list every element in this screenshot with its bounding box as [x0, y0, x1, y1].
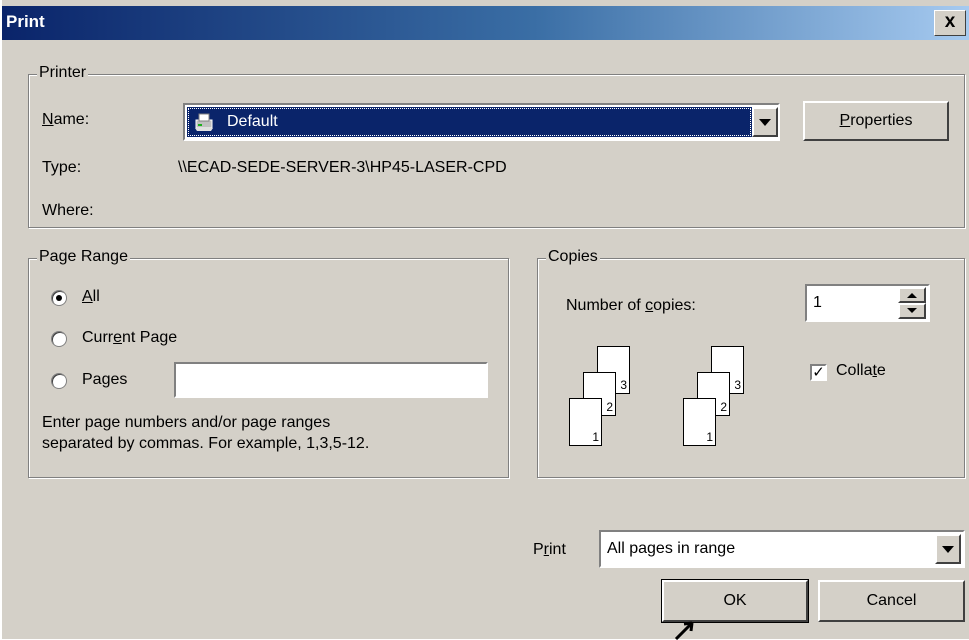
name-label: Name: [42, 111, 90, 128]
pages-radio-label[interactable]: Pages [82, 371, 127, 389]
all-radio-label[interactable]: All [82, 288, 100, 306]
collate-label[interactable]: Collate [836, 362, 886, 380]
copies-spinner[interactable]: 1 [805, 284, 930, 322]
printer-legend: Printer [37, 64, 89, 82]
printer-name-value: Default [227, 113, 278, 130]
printer-name-combo[interactable]: Default [183, 103, 780, 141]
copies-spin-up[interactable] [898, 287, 926, 303]
printer-name-selection: Default [187, 107, 752, 137]
properties-label: Properties [839, 112, 913, 129]
cancel-button[interactable]: Cancel [818, 580, 965, 622]
print-what-value: All pages in range [607, 540, 736, 557]
chevron-down-icon [942, 546, 954, 553]
copies-spin-down[interactable] [898, 303, 926, 319]
collate-illustration: 3 2 1 3 2 1 [567, 346, 767, 456]
collate-checkbox[interactable]: ✓ [810, 364, 827, 381]
printer-name-dropdown-button[interactable] [752, 107, 778, 137]
print-what-combo[interactable]: All pages in range [599, 530, 965, 568]
mouse-pointer-icon [674, 621, 694, 640]
type-label: Type: [42, 159, 82, 176]
pages-input[interactable] [174, 362, 488, 398]
copies-value: 1 [813, 294, 822, 311]
type-value: \\ECAD-SEDE-SERVER-3\HP45-LASER-CPD [178, 159, 507, 176]
close-icon: x [944, 11, 956, 32]
ok-label: OK [723, 592, 747, 609]
page-range-hint-line1: Enter page numbers and/or page ranges [42, 414, 331, 431]
ok-button[interactable]: OK [661, 579, 809, 623]
printer-icon [193, 112, 215, 132]
properties-button[interactable]: Properties [803, 101, 949, 141]
print-what-dropdown-button[interactable] [935, 534, 961, 564]
number-of-copies-label: Number of copies: [566, 297, 696, 314]
cancel-label: Cancel [866, 592, 917, 609]
current-page-radio-label[interactable]: Current Page [82, 329, 177, 347]
print-dialog: Print x Printer Name: Default Properties [0, 0, 969, 640]
current-page-radio[interactable] [51, 331, 67, 347]
print-what-label: Print [533, 541, 566, 558]
dialog-title: Print [6, 12, 45, 31]
title-bar[interactable]: Print x [2, 6, 969, 40]
close-button[interactable]: x [934, 10, 966, 36]
page-range-hint-line2: separated by commas. For example, 1,3,5-… [42, 435, 370, 452]
collate-page: 1 [683, 398, 716, 446]
chevron-down-icon [759, 119, 771, 126]
printer-group: Printer [28, 64, 965, 228]
pages-radio[interactable] [51, 373, 67, 389]
page-range-legend: Page Range [37, 248, 130, 266]
where-label: Where: [42, 202, 94, 219]
arrow-up-icon [907, 293, 917, 298]
all-radio[interactable] [51, 290, 67, 306]
arrow-down-icon [907, 308, 917, 313]
collate-page: 1 [569, 398, 602, 446]
copies-legend: Copies [546, 248, 600, 266]
